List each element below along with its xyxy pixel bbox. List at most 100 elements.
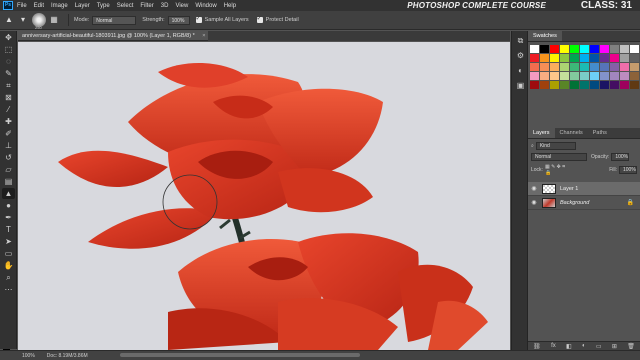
color-swatch[interactable] bbox=[570, 45, 579, 53]
menu-window[interactable]: Window bbox=[195, 3, 216, 9]
gradient-tool-icon[interactable]: ▤ bbox=[2, 176, 15, 187]
path-selection-tool-icon[interactable]: ➤ bbox=[2, 236, 15, 247]
eyedropper-tool-icon[interactable]: ⁄ bbox=[2, 104, 15, 115]
color-swatch[interactable] bbox=[550, 63, 559, 71]
menu-3d[interactable]: 3D bbox=[161, 3, 169, 9]
menu-edit[interactable]: Edit bbox=[34, 3, 44, 9]
frame-tool-icon[interactable]: ⊠ bbox=[2, 92, 15, 103]
color-swatch[interactable] bbox=[540, 63, 549, 71]
color-swatch[interactable] bbox=[590, 45, 599, 53]
color-swatch[interactable] bbox=[620, 63, 629, 71]
color-swatch[interactable] bbox=[530, 81, 539, 89]
properties-panel-icon[interactable]: ⚙ bbox=[515, 50, 526, 61]
color-swatch[interactable] bbox=[560, 63, 569, 71]
eraser-tool-icon[interactable]: ▱ bbox=[2, 164, 15, 175]
menu-file[interactable]: File bbox=[17, 3, 27, 9]
color-swatch[interactable] bbox=[540, 54, 549, 62]
protect-detail-checkbox[interactable] bbox=[256, 15, 263, 23]
libraries-panel-icon[interactable]: ▣ bbox=[515, 80, 526, 91]
zoom-level[interactable]: 100% bbox=[22, 353, 35, 359]
chevron-down-icon[interactable]: ▾ bbox=[18, 15, 28, 25]
document-size[interactable]: Doc: 8.19M/3.86M bbox=[47, 353, 88, 359]
menu-select[interactable]: Select bbox=[117, 3, 134, 9]
color-swatch[interactable] bbox=[630, 63, 639, 71]
color-swatch[interactable] bbox=[630, 81, 639, 89]
brush-preset-picker[interactable]: 250 bbox=[32, 13, 46, 30]
color-swatch[interactable] bbox=[540, 72, 549, 80]
document-tab[interactable]: anniversary-artificial-beautiful-1803911… bbox=[18, 31, 208, 41]
brush-settings-icon[interactable]: ▦ bbox=[49, 15, 59, 25]
color-swatch[interactable] bbox=[550, 54, 559, 62]
color-swatch[interactable] bbox=[620, 72, 629, 80]
color-swatch[interactable] bbox=[570, 63, 579, 71]
color-swatch[interactable] bbox=[620, 81, 629, 89]
menu-layer[interactable]: Layer bbox=[75, 3, 90, 9]
color-swatch[interactable] bbox=[610, 81, 619, 89]
color-swatch[interactable] bbox=[560, 45, 569, 53]
color-swatch[interactable] bbox=[550, 72, 559, 80]
rectangle-tool-icon[interactable]: ▭ bbox=[2, 248, 15, 259]
color-swatch[interactable] bbox=[600, 63, 609, 71]
color-swatch[interactable] bbox=[610, 54, 619, 62]
color-swatch[interactable] bbox=[580, 45, 589, 53]
link-layers-icon[interactable]: ⛓ bbox=[533, 343, 541, 350]
color-swatch[interactable] bbox=[530, 63, 539, 71]
menu-type[interactable]: Type bbox=[97, 3, 110, 9]
color-swatch[interactable] bbox=[560, 72, 569, 80]
color-swatch[interactable] bbox=[610, 45, 619, 53]
color-swatch[interactable] bbox=[580, 63, 589, 71]
add-mask-icon[interactable]: ◧ bbox=[566, 343, 572, 350]
sample-all-layers-checkbox[interactable] bbox=[195, 15, 202, 23]
tab-channels[interactable]: Channels bbox=[555, 128, 588, 138]
fill-field[interactable]: 100% bbox=[619, 166, 637, 174]
close-icon[interactable]: × bbox=[202, 33, 205, 39]
color-swatch[interactable] bbox=[570, 72, 579, 80]
clone-stamp-tool-icon[interactable]: ⊥ bbox=[2, 140, 15, 151]
color-swatch[interactable] bbox=[600, 81, 609, 89]
color-swatch[interactable] bbox=[550, 45, 559, 53]
color-swatch[interactable] bbox=[630, 72, 639, 80]
color-swatch[interactable] bbox=[620, 54, 629, 62]
blend-mode-select[interactable]: Normal bbox=[531, 153, 587, 161]
marquee-tool-icon[interactable]: ⬚ bbox=[2, 44, 15, 55]
color-swatch[interactable] bbox=[610, 72, 619, 80]
color-swatch[interactable] bbox=[580, 72, 589, 80]
menu-view[interactable]: View bbox=[175, 3, 188, 9]
trash-icon[interactable]: 🗑 bbox=[627, 343, 635, 350]
color-swatch[interactable] bbox=[590, 72, 599, 80]
adjustment-layer-icon[interactable]: ◐ bbox=[582, 343, 586, 349]
color-swatch[interactable] bbox=[600, 72, 609, 80]
history-brush-tool-icon[interactable]: ↺ bbox=[2, 152, 15, 163]
color-swatch[interactable] bbox=[620, 45, 629, 53]
opacity-field[interactable]: 100% bbox=[611, 153, 630, 161]
color-swatch[interactable] bbox=[530, 72, 539, 80]
lock-options-icon[interactable]: ▦ ✎ ✥ ⌗ 🔒 bbox=[545, 164, 569, 176]
strength-field[interactable]: 100% bbox=[167, 15, 190, 25]
eye-icon[interactable]: ◉ bbox=[530, 185, 538, 192]
color-swatch[interactable] bbox=[630, 54, 639, 62]
color-swatch[interactable] bbox=[560, 81, 569, 89]
tab-layers[interactable]: Layers bbox=[528, 128, 555, 138]
more-tools-icon[interactable]: ⋯ bbox=[2, 284, 15, 295]
horizontal-scrollbar[interactable] bbox=[120, 353, 360, 357]
color-swatch[interactable] bbox=[590, 81, 599, 89]
color-swatch[interactable] bbox=[530, 45, 539, 53]
zoom-tool-icon[interactable]: ⌕ bbox=[2, 272, 15, 283]
type-tool-icon[interactable]: T bbox=[2, 224, 15, 235]
document-canvas[interactable] bbox=[18, 42, 510, 350]
tab-swatches[interactable]: Swatches bbox=[528, 31, 562, 41]
color-swatch[interactable] bbox=[590, 63, 599, 71]
lasso-tool-icon[interactable]: ◌ bbox=[2, 56, 15, 67]
color-swatch[interactable] bbox=[600, 54, 609, 62]
eye-icon[interactable]: ◉ bbox=[530, 199, 538, 206]
color-swatch[interactable] bbox=[580, 54, 589, 62]
color-swatch[interactable] bbox=[540, 45, 549, 53]
crop-tool-icon[interactable]: ⌗ bbox=[2, 80, 15, 91]
color-swatch[interactable] bbox=[600, 45, 609, 53]
color-swatch[interactable] bbox=[530, 54, 539, 62]
color-swatch[interactable] bbox=[570, 81, 579, 89]
color-swatch[interactable] bbox=[570, 54, 579, 62]
adjustments-panel-icon[interactable]: ◐ bbox=[515, 65, 526, 76]
color-swatch[interactable] bbox=[590, 54, 599, 62]
layer-row-layer-1[interactable]: ◉ Layer 1 bbox=[528, 182, 640, 196]
